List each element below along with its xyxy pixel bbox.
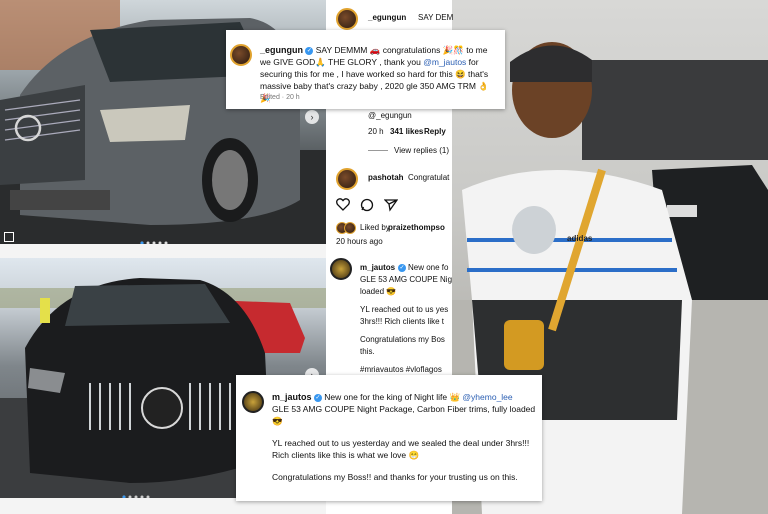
jautos-card-avatar[interactable] bbox=[242, 391, 264, 413]
avatar[interactable] bbox=[336, 8, 358, 30]
view-replies-link[interactable]: View replies (1) bbox=[394, 145, 449, 157]
verified-badge-icon: ✓ bbox=[305, 46, 314, 55]
liked-by-prefix: Liked by bbox=[360, 223, 390, 232]
strip-jautos-line5: 3hrs!!! Rich clients like t bbox=[360, 317, 445, 326]
strip-top-snippet: SAY DEM bbox=[418, 13, 454, 22]
jautos-caption-line2: GLE 53 AMG COUPE Night Package, Carbon F… bbox=[272, 404, 536, 426]
strip-jautos-line1: New one fo bbox=[408, 263, 449, 272]
carousel-dots bbox=[140, 232, 180, 244]
like-heart-icon[interactable] bbox=[336, 198, 350, 216]
jautos-username[interactable]: m_jautos bbox=[272, 392, 312, 402]
jautos-line1-mention[interactable]: @yhemo_lee bbox=[462, 392, 512, 402]
jautos-caption-para2: YL reached out to us yesterday and we se… bbox=[272, 438, 530, 460]
multi-post-icon bbox=[4, 232, 14, 242]
carousel-next-icon[interactable]: › bbox=[305, 110, 319, 124]
commenter-username[interactable]: pashotah bbox=[368, 172, 404, 184]
egungun-comment-meta: Edited · 20 h bbox=[260, 94, 300, 101]
strip-jautos-line2: GLE 53 AMG COUPE Nig bbox=[360, 275, 453, 284]
strip-jautos-line6: Congratulations my Bos bbox=[360, 335, 445, 344]
strip-reply-time: 20 h bbox=[368, 127, 384, 136]
jautos-caption-line1: m_jautos ✓ New one for the king of Night… bbox=[272, 391, 536, 403]
view-replies-divider bbox=[368, 150, 388, 151]
strip-top-username[interactable]: _egungun bbox=[368, 12, 406, 24]
egungun-mention[interactable]: @m_jautos bbox=[423, 57, 466, 67]
egungun-username[interactable]: _egungun bbox=[260, 45, 303, 55]
verified-badge-icon: ✓ bbox=[398, 264, 406, 272]
strip-jautos-line4: YL reached out to us yes bbox=[360, 305, 449, 314]
jautos-avatar[interactable] bbox=[330, 258, 352, 280]
strip-handle-mention[interactable]: @_egungun bbox=[368, 110, 412, 122]
comment-bubble-icon[interactable] bbox=[360, 198, 374, 217]
commenter-avatar[interactable] bbox=[336, 168, 358, 190]
liked-by-avatar-2 bbox=[344, 222, 356, 234]
jautos-caption-para3: Congratulations my Boss!! and thanks for… bbox=[272, 472, 518, 482]
strip-jautos-username[interactable]: m_jautos bbox=[360, 262, 395, 274]
strip-reply-button[interactable]: Reply bbox=[424, 126, 446, 138]
commenter-snippet: Congratulat bbox=[408, 173, 450, 182]
strip-jautos-line3: loaded 😎 bbox=[360, 287, 397, 296]
verified-badge-icon: ✓ bbox=[313, 393, 322, 402]
strip-reply-likes: 341 likes bbox=[390, 127, 424, 136]
post-time: 20 hours ago bbox=[336, 237, 383, 246]
strip-jautos-line7: this. bbox=[360, 347, 375, 356]
liked-by-user[interactable]: praizethompso bbox=[388, 222, 445, 234]
share-send-icon[interactable] bbox=[383, 198, 399, 217]
egungun-avatar[interactable] bbox=[230, 44, 252, 66]
shirt-brand-label: adidas bbox=[567, 234, 593, 243]
egungun-comment-card: _egungun ✓ SAY DEMMM 🚗 congratulations 🎉… bbox=[226, 30, 505, 109]
carousel-dots-2 bbox=[122, 486, 162, 498]
jautos-line1-start: New one for the king of Night life 👑 bbox=[324, 392, 463, 402]
jautos-caption-card: m_jautos ✓ New one for the king of Night… bbox=[236, 375, 542, 501]
jautos-caption-text: m_jautos ✓ New one for the king of Night… bbox=[272, 391, 536, 483]
